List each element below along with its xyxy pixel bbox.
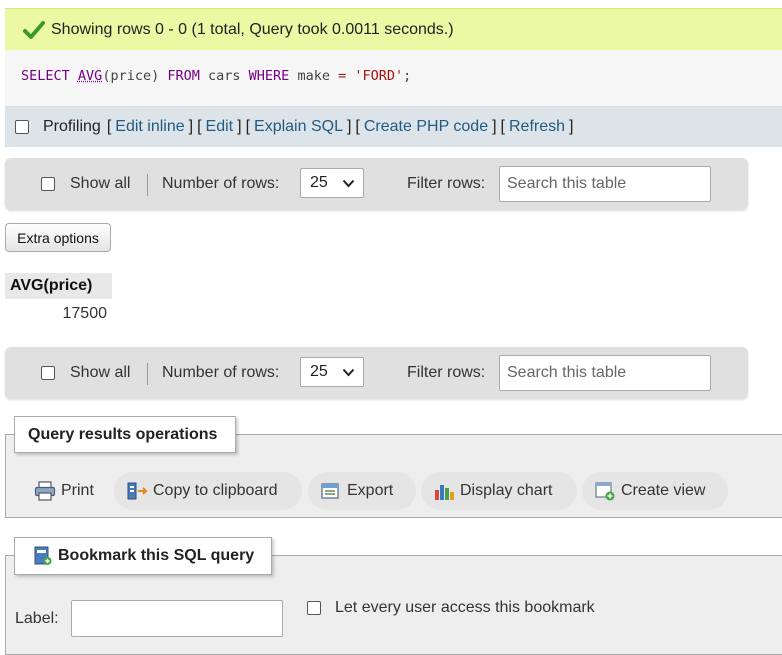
bracket-open: [ — [245, 118, 251, 135]
create-view-label: Create view — [621, 482, 706, 499]
bracket-close: ] — [237, 118, 242, 135]
print-label: Print — [61, 482, 94, 499]
bracket-close: ] — [188, 118, 194, 135]
show-all-checkbox[interactable] — [41, 366, 55, 380]
filter-placeholder: Search this table — [507, 175, 627, 192]
bookmark-legend: Bookmark this SQL query — [14, 537, 272, 575]
profiling-checkbox[interactable] — [15, 120, 29, 134]
filter-input[interactable]: Search this table — [499, 355, 711, 391]
profiling-label: Profiling — [43, 118, 101, 135]
sql-table: cars — [208, 68, 241, 84]
rows-per-page-select[interactable]: 25 — [300, 357, 364, 387]
clipboard-icon — [127, 482, 148, 500]
bracket-close: ] — [346, 118, 352, 135]
sql-semicolon: ; — [403, 68, 412, 84]
query-results-operations-legend: Query results operations — [14, 416, 236, 453]
divider — [147, 363, 148, 385]
bracket-open: [ — [106, 118, 112, 135]
sql-operator: = — [338, 68, 347, 84]
create-view-icon — [595, 482, 615, 501]
share-bookmark-checkbox[interactable] — [307, 601, 321, 615]
bracket-open: [ — [355, 118, 360, 135]
export-button[interactable]: Export — [308, 472, 416, 510]
table-navigation-bottom: Show all Number of rows: 25 Filter rows:… — [5, 347, 748, 399]
bookmark-icon — [34, 546, 52, 565]
show-all-label: Show all — [70, 364, 131, 381]
sql-argument: (price) — [102, 68, 160, 84]
export-label: Export — [347, 482, 394, 499]
result-column-header[interactable]: AVG(price) — [5, 273, 112, 299]
explain-sql-link[interactable]: Explain SQL — [254, 118, 343, 136]
display-chart-label: Display chart — [460, 482, 553, 499]
sql-keyword: WHERE — [248, 68, 290, 84]
edit-inline-link[interactable]: Edit inline — [115, 118, 184, 136]
legend-text: Query results operations — [28, 425, 218, 443]
success-text: Showing rows 0 - 0 (1 total, Query took … — [51, 20, 454, 38]
bracket-open: [ — [500, 118, 505, 135]
copy-to-clipboard-label: Copy to clipboard — [153, 482, 278, 499]
extra-options-label: Extra options — [17, 229, 99, 246]
show-all-label: Show all — [70, 175, 131, 192]
divider — [147, 174, 148, 196]
create-view-button[interactable]: Create view — [582, 472, 728, 510]
filter-label: Filter rows: — [407, 175, 486, 192]
filter-label: Filter rows: — [407, 364, 486, 381]
rows-label: Number of rows: — [162, 175, 280, 192]
bookmark-label-field-label: Label: — [15, 610, 59, 627]
filter-placeholder: Search this table — [507, 364, 627, 381]
check-icon — [23, 20, 45, 39]
show-all-checkbox[interactable] — [41, 177, 55, 191]
column-header-label: AVG(price) — [10, 277, 93, 294]
display-chart-button[interactable]: Display chart — [421, 472, 577, 510]
export-icon — [321, 483, 339, 499]
query-tools-bar: Profiling [ Edit inline ] [ Edit ] [ Exp… — [5, 107, 782, 147]
cell-value: 17500 — [62, 305, 108, 322]
rows-label: Number of rows: — [162, 364, 280, 381]
table-cell[interactable]: 17500 — [5, 301, 112, 326]
sql-function[interactable]: AVG — [78, 68, 102, 84]
bar-chart-icon — [435, 485, 454, 500]
sql-keyword: SELECT — [21, 68, 70, 84]
create-php-code-link[interactable]: Create PHP code — [364, 118, 488, 136]
bracket-open: [ — [197, 118, 202, 135]
rows-per-page-select[interactable]: 25 — [300, 168, 364, 198]
printer-icon — [34, 481, 56, 501]
edit-link[interactable]: Edit — [206, 118, 234, 136]
sql-string: 'FORD' — [354, 68, 404, 84]
bookmark-label-input[interactable] — [71, 600, 283, 637]
legend-text: Bookmark this SQL query — [58, 547, 255, 564]
success-message: Showing rows 0 - 0 (1 total, Query took … — [5, 8, 782, 50]
rows-per-page-value: 25 — [310, 363, 328, 380]
extra-options-button[interactable]: Extra options — [5, 223, 111, 252]
chevron-down-icon — [342, 179, 355, 188]
sql-query-display[interactable]: SELECT AVG(price) FROM cars WHERE make =… — [5, 50, 782, 107]
print-button[interactable]: Print — [22, 472, 108, 510]
chevron-down-icon — [342, 368, 355, 377]
table-navigation-top: Show all Number of rows: 25 Filter rows:… — [5, 158, 748, 210]
sql-column: make — [297, 68, 330, 84]
filter-input[interactable]: Search this table — [499, 166, 711, 202]
bracket-close: ] — [492, 118, 497, 135]
copy-to-clipboard-button[interactable]: Copy to clipboard — [114, 472, 302, 510]
sql-keyword: FROM — [167, 68, 200, 84]
share-bookmark-label: Let every user access this bookmark — [335, 599, 595, 616]
refresh-link[interactable]: Refresh — [509, 118, 565, 136]
bracket-close: ] — [569, 118, 574, 135]
rows-per-page-value: 25 — [310, 174, 328, 191]
